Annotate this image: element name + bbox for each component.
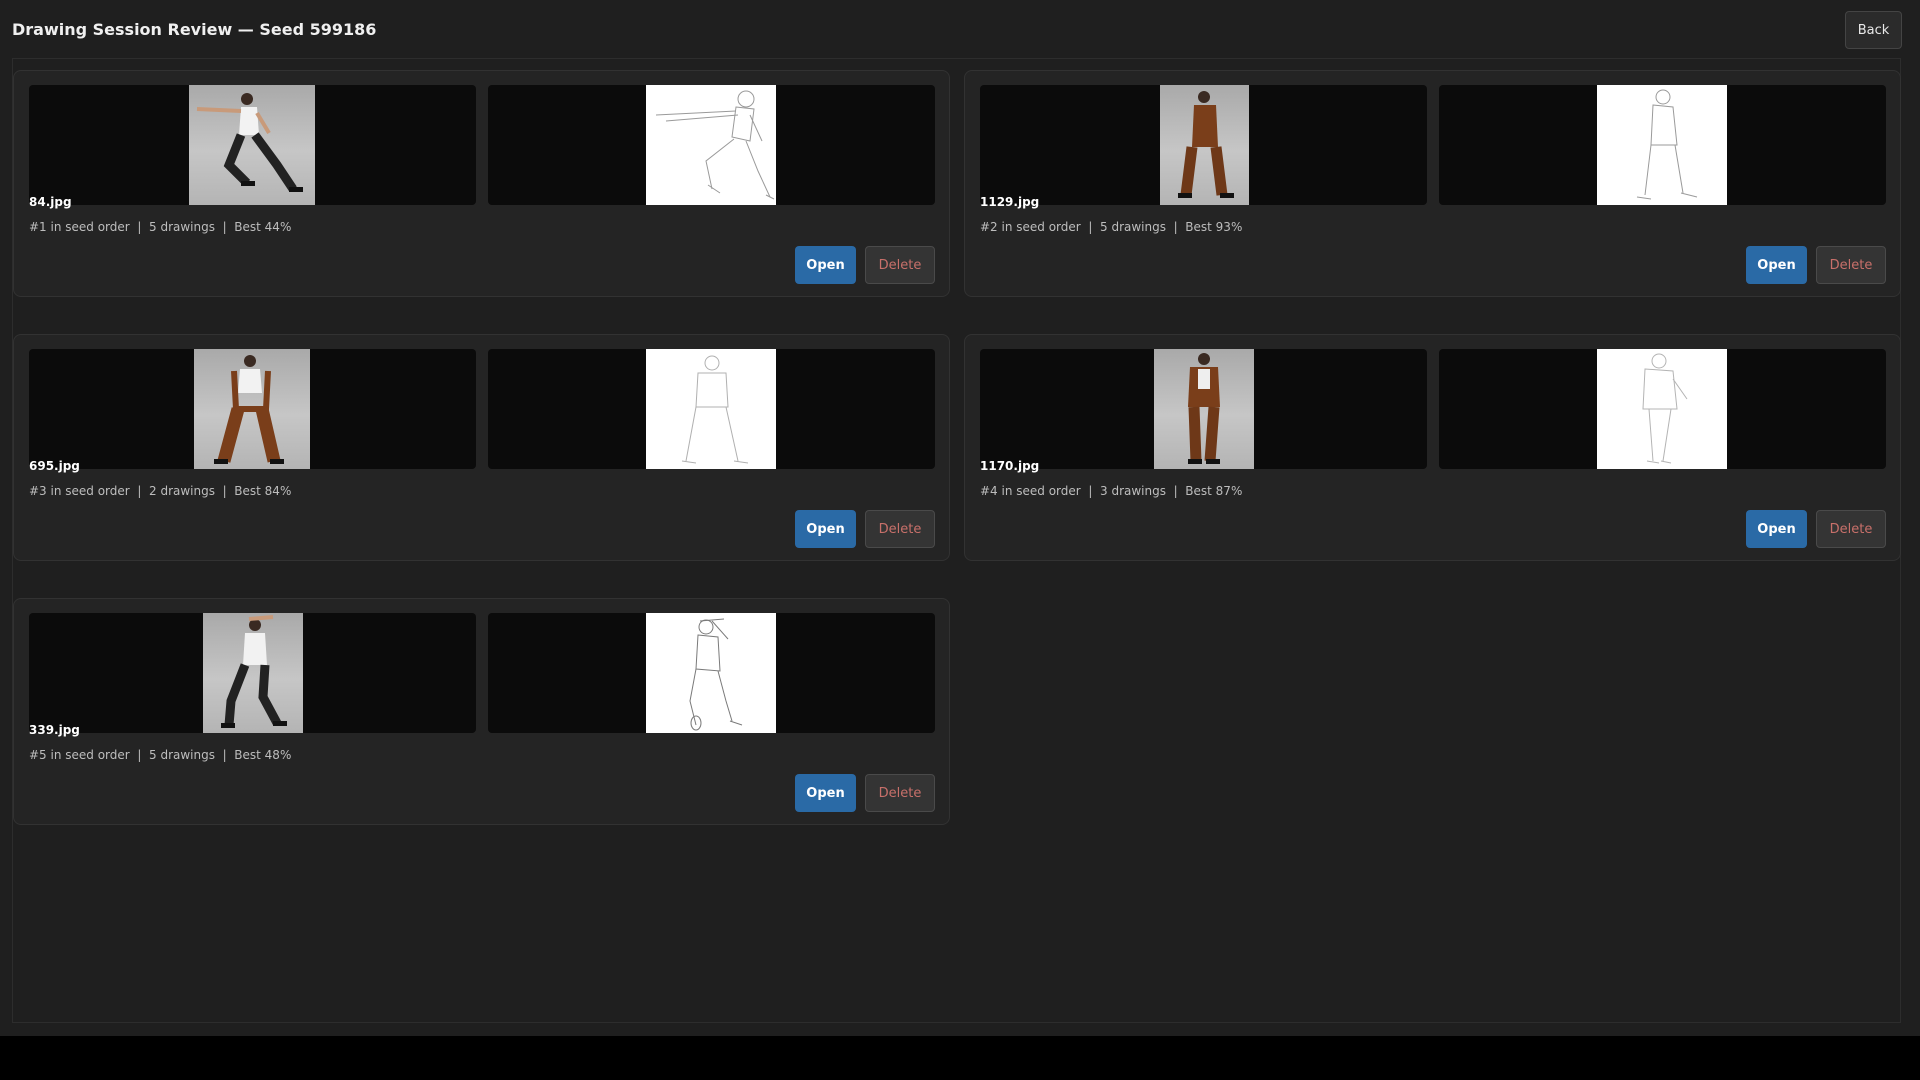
reference-photo bbox=[203, 613, 303, 733]
reference-pane bbox=[29, 349, 476, 469]
reference-filename: 1170.jpg bbox=[980, 459, 1040, 473]
back-button[interactable]: Back bbox=[1845, 11, 1902, 49]
reference-pane bbox=[29, 85, 476, 205]
open-button[interactable]: Open bbox=[795, 510, 856, 548]
drawing-pane bbox=[488, 613, 935, 733]
sketch-drawing bbox=[646, 349, 776, 469]
open-button[interactable]: Open bbox=[795, 246, 856, 284]
reference-photo bbox=[189, 85, 315, 205]
reference-filename: 339.jpg bbox=[29, 723, 80, 737]
delete-button[interactable]: Delete bbox=[1816, 510, 1886, 548]
reference-pane bbox=[980, 85, 1427, 205]
reference-photo bbox=[1160, 85, 1249, 205]
card-meta: #3 in seed order | 2 drawings | Best 84% bbox=[29, 484, 292, 498]
open-button[interactable]: Open bbox=[1746, 510, 1807, 548]
reference-pane bbox=[29, 613, 476, 733]
reference-photo bbox=[194, 349, 310, 469]
sketch-drawing bbox=[646, 85, 776, 205]
reference-pane bbox=[980, 349, 1427, 469]
drawing-pane bbox=[1439, 85, 1886, 205]
card-meta: #5 in seed order | 5 drawings | Best 48% bbox=[29, 748, 292, 762]
open-button[interactable]: Open bbox=[795, 774, 856, 812]
delete-button[interactable]: Delete bbox=[865, 246, 935, 284]
card-meta: #1 in seed order | 5 drawings | Best 44% bbox=[29, 220, 292, 234]
drawing-pane bbox=[488, 85, 935, 205]
reference-filename: 1129.jpg bbox=[980, 195, 1040, 209]
session-card: 84.jpg #1 in seed order | 5 drawings | B… bbox=[13, 70, 950, 297]
delete-button[interactable]: Delete bbox=[1816, 246, 1886, 284]
sketch-drawing bbox=[646, 613, 776, 733]
session-card: 1129.jpg #2 in seed order | 5 drawings |… bbox=[964, 70, 1901, 297]
reference-photo bbox=[1154, 349, 1254, 469]
card-meta: #4 in seed order | 3 drawings | Best 87% bbox=[980, 484, 1243, 498]
app-window: Drawing Session Review — Seed 599186 Bac… bbox=[0, 0, 1920, 1036]
drawing-pane bbox=[1439, 349, 1886, 469]
card-meta: #2 in seed order | 5 drawings | Best 93% bbox=[980, 220, 1243, 234]
delete-button[interactable]: Delete bbox=[865, 774, 935, 812]
open-button[interactable]: Open bbox=[1746, 246, 1807, 284]
sketch-drawing bbox=[1597, 85, 1727, 205]
session-card: 339.jpg #5 in seed order | 5 drawings | … bbox=[13, 598, 950, 825]
delete-button[interactable]: Delete bbox=[865, 510, 935, 548]
card-grid: 84.jpg #1 in seed order | 5 drawings | B… bbox=[13, 70, 1901, 825]
reference-filename: 695.jpg bbox=[29, 459, 80, 473]
sketch-drawing bbox=[1597, 349, 1727, 469]
reference-filename: 84.jpg bbox=[29, 195, 72, 209]
header: Drawing Session Review — Seed 599186 Bac… bbox=[0, 0, 1920, 58]
session-card: 695.jpg #3 in seed order | 2 drawings | … bbox=[13, 334, 950, 561]
session-card: 1170.jpg #4 in seed order | 3 drawings |… bbox=[964, 334, 1901, 561]
session-list: 84.jpg #1 in seed order | 5 drawings | B… bbox=[12, 58, 1901, 1023]
drawing-pane bbox=[488, 349, 935, 469]
page-title: Drawing Session Review — Seed 599186 bbox=[12, 20, 377, 39]
